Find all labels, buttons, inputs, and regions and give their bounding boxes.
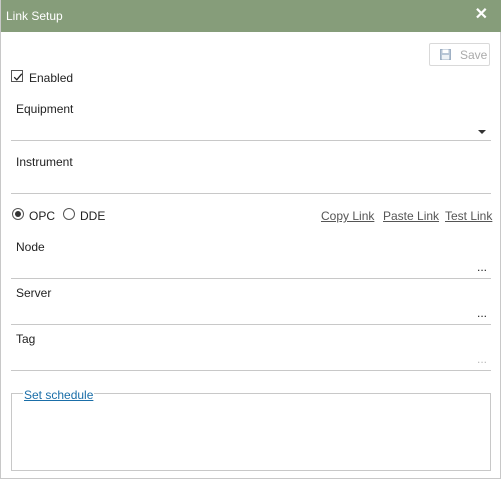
- server-browse-button[interactable]: ...: [477, 306, 487, 320]
- opc-radio[interactable]: [12, 208, 24, 220]
- node-underline: [11, 278, 491, 279]
- equipment-underline: [11, 140, 491, 141]
- test-link[interactable]: Test Link: [445, 209, 492, 223]
- tag-browse-button[interactable]: ...: [477, 352, 487, 366]
- chevron-down-icon[interactable]: [478, 130, 486, 134]
- copy-link[interactable]: Copy Link: [321, 209, 374, 223]
- server-underline: [11, 324, 491, 325]
- close-icon[interactable]: ✕: [475, 7, 488, 23]
- set-schedule-link[interactable]: Set schedule: [23, 388, 95, 402]
- server-label: Server: [16, 286, 52, 300]
- tag-label: Tag: [16, 332, 36, 346]
- radio-selected-dot: [15, 211, 21, 217]
- floppy-disk-icon: [440, 49, 451, 63]
- checkmark-icon: [13, 73, 23, 81]
- tag-input[interactable]: [11, 348, 471, 370]
- equipment-dropdown[interactable]: [11, 118, 491, 140]
- node-label: Node: [16, 240, 45, 254]
- opc-label: OPC: [29, 209, 56, 223]
- enabled-checkbox[interactable]: [11, 70, 23, 82]
- equipment-label: Equipment: [16, 102, 74, 116]
- server-input[interactable]: [11, 302, 471, 324]
- dde-radio[interactable]: [63, 208, 75, 220]
- instrument-underline: [11, 193, 491, 194]
- instrument-label: Instrument: [16, 155, 73, 169]
- instrument-input[interactable]: [11, 171, 491, 193]
- node-input[interactable]: [11, 256, 471, 278]
- save-button-label: Save: [460, 48, 488, 62]
- link-setup-dialog: Link Setup ✕ Save Enabled Equipment Inst…: [0, 0, 501, 479]
- tag-underline: [11, 370, 491, 371]
- dialog-title: Link Setup: [6, 9, 63, 23]
- save-button[interactable]: Save: [429, 43, 490, 66]
- title-bar: Link Setup ✕: [1, 0, 501, 32]
- schedule-group: [11, 393, 491, 471]
- enabled-label: Enabled: [29, 71, 74, 85]
- node-browse-button[interactable]: ...: [477, 260, 487, 274]
- paste-link[interactable]: Paste Link: [383, 209, 439, 223]
- dde-label: DDE: [80, 209, 106, 223]
